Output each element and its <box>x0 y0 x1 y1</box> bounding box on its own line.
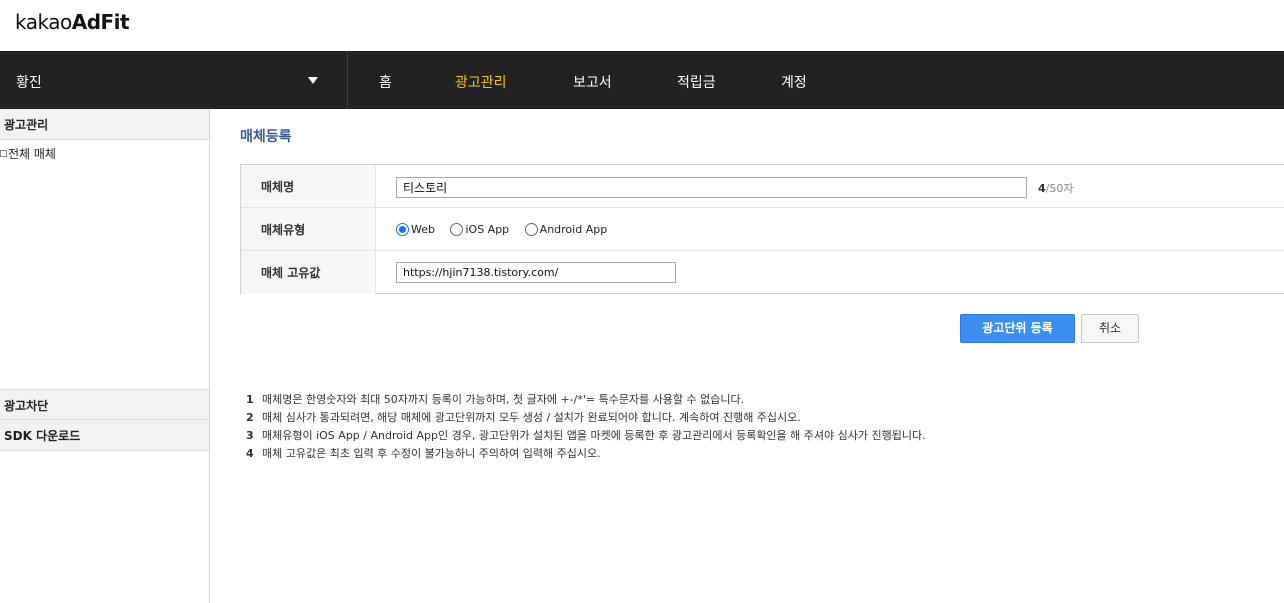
note-text: 매체 고유값은 최초 입력 후 수정이 불가능하니 주의하여 입력해 주십시오. <box>262 447 601 460</box>
account-name: 황진 <box>16 75 42 91</box>
note-text: 매체명은 한영숫자와 최대 50자까지 등록이 가능하며, 첫 글자에 +-/*… <box>262 393 745 406</box>
note-number: 3 <box>246 429 254 442</box>
account-selector[interactable]: 황진 <box>0 51 348 109</box>
char-counter: 4/50자 <box>1038 180 1073 196</box>
note-item: 4 매체 고유값은 최초 입력 후 수정이 불가능하니 주의하여 입력해 주십시오… <box>246 446 926 464</box>
note-number: 4 <box>246 447 254 460</box>
main-navbar: 황진 홈 광고관리 보고서 적립금 계정 <box>0 51 1284 109</box>
unique-value-input[interactable] <box>396 262 676 283</box>
cancel-button[interactable]: 취소 <box>1081 314 1139 343</box>
form-row-unique-value: 매체 고유값 <box>241 251 1284 294</box>
note-item: 1 매체명은 한영숫자와 최대 50자까지 등록이 가능하며, 첫 글자에 +-/… <box>246 392 926 410</box>
unique-value-label: 매체 고유값 <box>241 251 376 294</box>
sidebar-section-ad-block[interactable]: 광고차단 <box>0 389 209 420</box>
note-text: 매체 심사가 통과되려면, 해당 매체에 광고단위까지 모두 생성 / 설치가 … <box>262 411 801 424</box>
sidebar: 광고관리 전체 매체 광고차단 SDK 다운로드 <box>0 109 210 603</box>
kakao-adfit-logo[interactable]: kakaoAdFit <box>15 10 130 34</box>
char-count-current: 4 <box>1038 182 1046 195</box>
tree-node-icon <box>0 150 7 157</box>
sidebar-section-ad-manage[interactable]: 광고관리 <box>0 109 209 140</box>
media-type-radio-group: Web iOS App Android App <box>396 222 619 236</box>
sidebar-item-all-media[interactable]: 전체 매체 <box>0 145 56 162</box>
logo-prefix: kakao <box>15 10 72 34</box>
radio-label: iOS App <box>465 222 510 236</box>
radio-web[interactable]: Web <box>396 222 435 236</box>
radio-unchecked-icon[interactable] <box>450 222 464 236</box>
radio-unchecked-icon[interactable] <box>524 222 538 236</box>
notes-list: 1 매체명은 한영숫자와 최대 50자까지 등록이 가능하며, 첫 글자에 +-/… <box>246 392 926 464</box>
radio-label: Web <box>411 222 435 236</box>
logo-brand: AdFit <box>71 10 130 34</box>
radio-checked-icon[interactable] <box>396 222 409 236</box>
sidebar-section-sdk-download[interactable]: SDK 다운로드 <box>0 420 209 451</box>
note-number: 1 <box>246 393 254 406</box>
radio-ios-app[interactable]: iOS App <box>450 222 510 236</box>
nav-item-ad-manage[interactable]: 광고관리 <box>455 72 507 92</box>
radio-android-app[interactable]: Android App <box>524 222 608 236</box>
media-type-label: 매체유형 <box>241 208 376 250</box>
nav-item-account[interactable]: 계정 <box>781 72 807 92</box>
media-name-label: 매체명 <box>241 165 376 207</box>
note-item: 2 매체 심사가 통과되려면, 해당 매체에 광고단위까지 모두 생성 / 설치가… <box>246 410 926 428</box>
sidebar-item-label: 전체 매체 <box>8 147 56 161</box>
radio-label: Android App <box>539 222 608 236</box>
note-number: 2 <box>246 411 254 424</box>
caret-down-icon <box>308 77 318 84</box>
nav-item-report[interactable]: 보고서 <box>573 72 612 92</box>
form-row-media-name: 매체명 4/50자 <box>241 165 1284 208</box>
top-header: kakaoAdFit <box>0 0 1284 51</box>
page-title: 매체등록 <box>240 129 292 145</box>
media-register-form: 매체명 4/50자 매체유형 Web iOS App Android App 매… <box>240 164 1284 294</box>
nav-item-points[interactable]: 적립금 <box>677 72 716 92</box>
note-text: 매체유형이 iOS App / Android App인 경우, 광고단위가 설… <box>262 429 926 442</box>
media-name-input[interactable] <box>396 177 1027 198</box>
register-ad-unit-button[interactable]: 광고단위 등록 <box>960 314 1075 343</box>
note-item: 3 매체유형이 iOS App / Android App인 경우, 광고단위가 … <box>246 428 926 446</box>
form-row-media-type: 매체유형 Web iOS App Android App <box>241 208 1284 251</box>
nav-item-home[interactable]: 홈 <box>379 72 392 92</box>
char-count-max: /50자 <box>1045 182 1074 195</box>
